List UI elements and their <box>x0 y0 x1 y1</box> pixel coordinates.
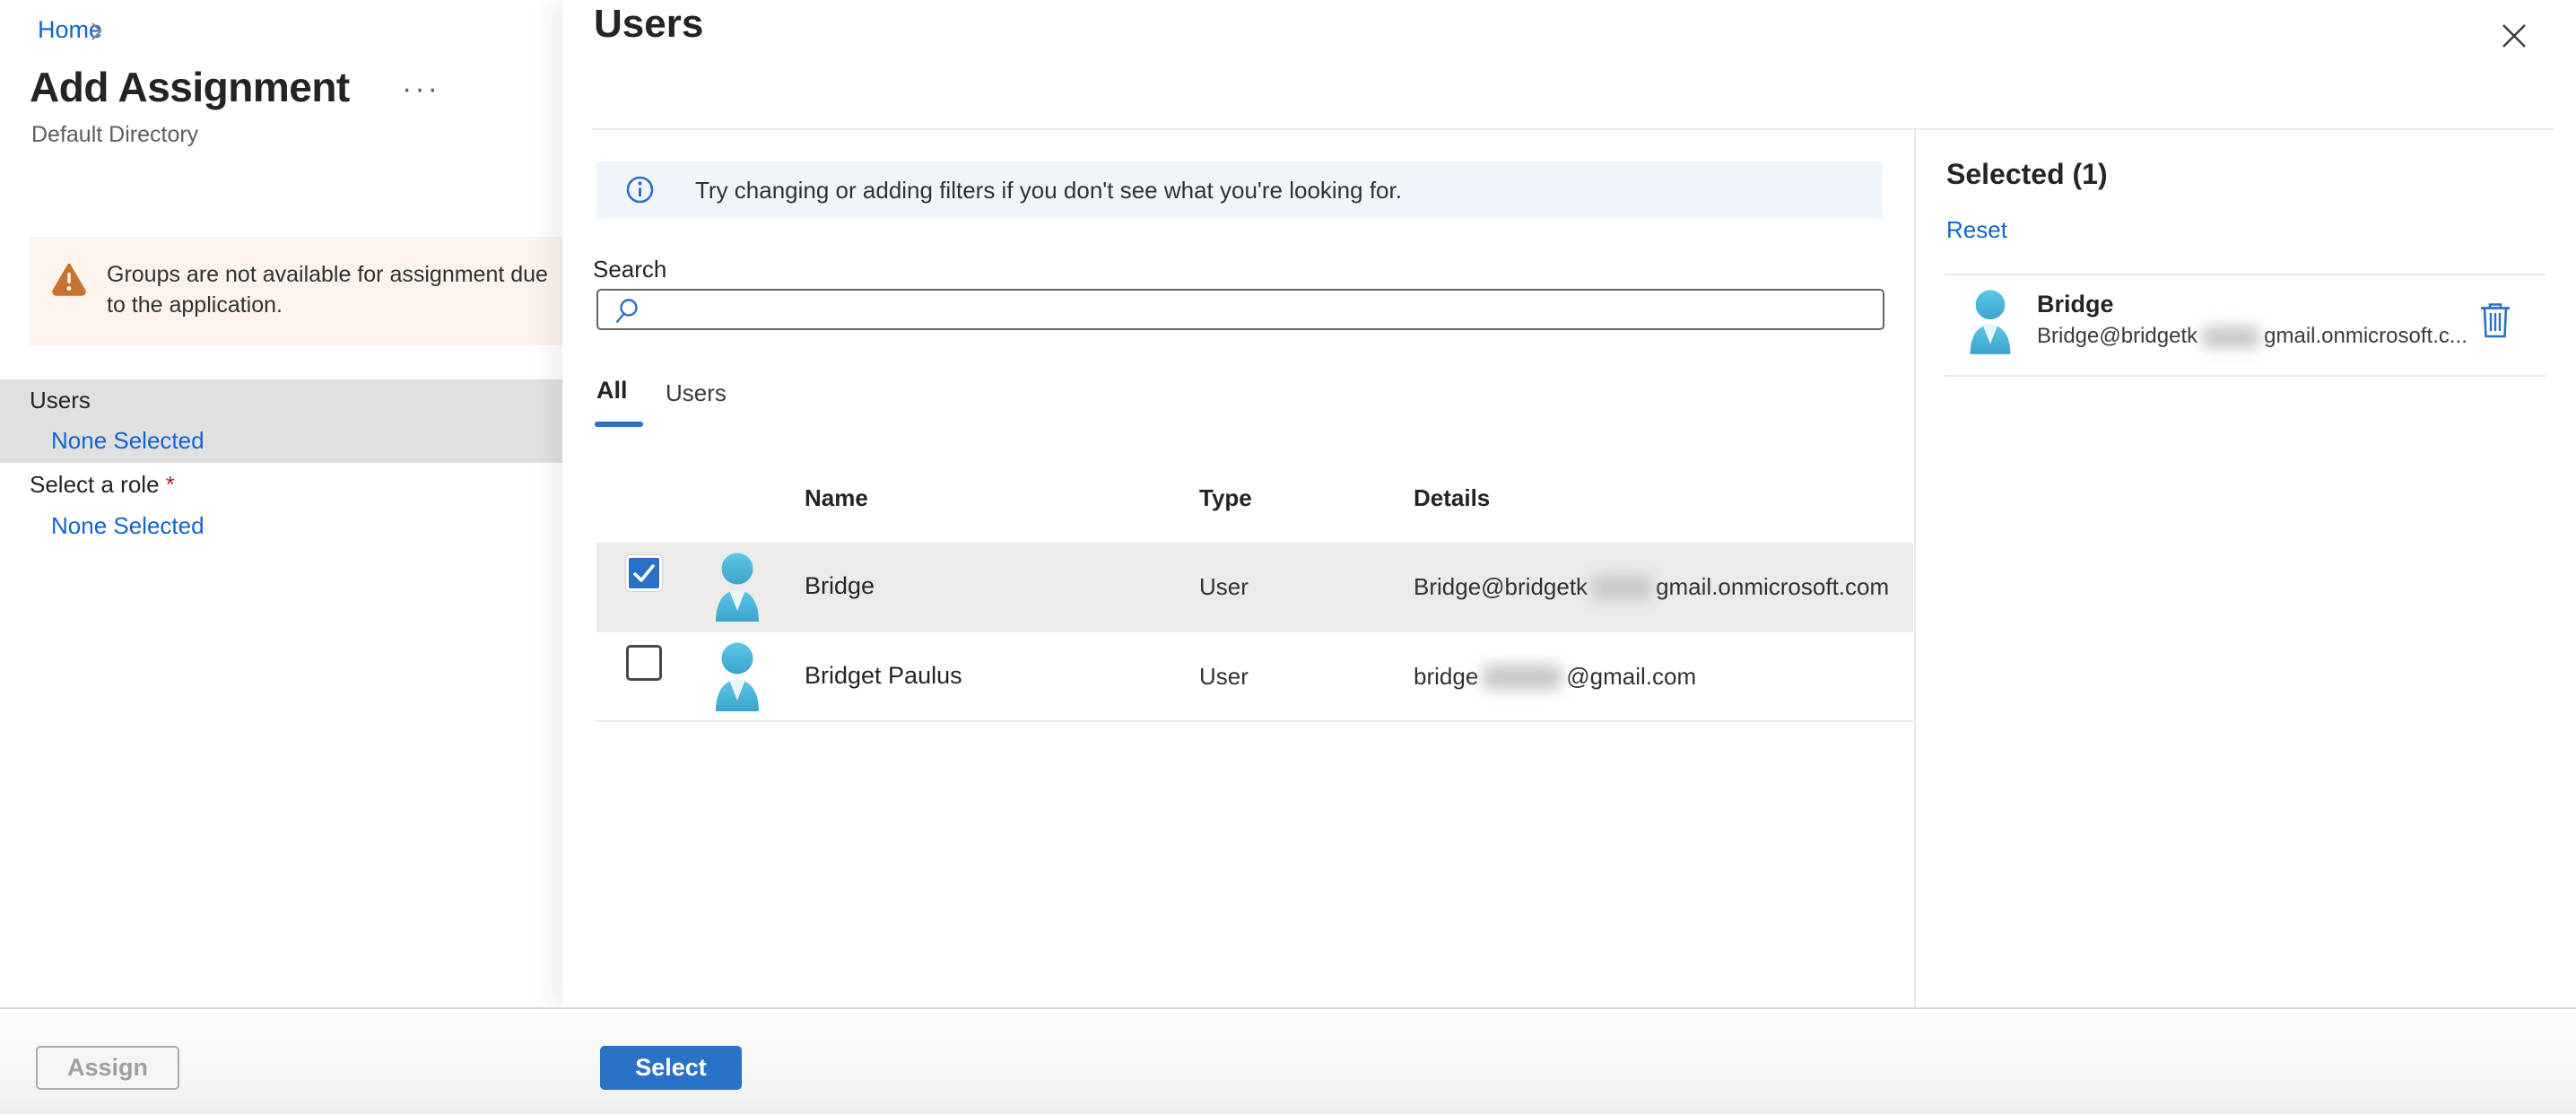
redacted-blur <box>1592 575 1652 600</box>
nav-role-label: Select a role * <box>30 471 175 499</box>
close-icon[interactable] <box>2498 20 2534 56</box>
info-banner: Try changing or adding filters if you do… <box>596 161 1882 218</box>
divider <box>1945 274 2546 275</box>
search-label: Search <box>593 256 667 283</box>
email-prefix: Bridge@bridgetk <box>2037 324 2198 348</box>
active-tab-underline <box>595 422 643 427</box>
email-prefix: Bridge@bridgetk <box>1414 573 1588 600</box>
row-details: bridge @gmail.com <box>1414 663 1696 691</box>
table-row[interactable]: Bridget Paulus User bridge @gmail.com <box>596 632 1913 722</box>
user-avatar-icon <box>709 550 765 626</box>
row-name: Bridget Paulus <box>805 662 962 689</box>
row-type: User <box>1199 573 1249 600</box>
footer-bar: Assign Select <box>0 1007 2576 1114</box>
nav-users-value-link[interactable]: None Selected <box>51 427 205 455</box>
row-type: User <box>1199 663 1249 690</box>
header-divider <box>592 128 2554 130</box>
user-avatar-icon <box>709 640 765 716</box>
trash-icon[interactable] <box>2478 301 2512 344</box>
email-suffix: gmail.onmicrosoft.com <box>1656 573 1890 600</box>
user-avatar-icon <box>1964 287 2016 359</box>
reset-link[interactable]: Reset <box>1946 216 2007 244</box>
redacted-blur <box>2202 326 2260 348</box>
info-icon <box>625 175 655 209</box>
panel-vertical-divider <box>1914 128 1916 1007</box>
row-details: Bridge@bridgetk gmail.onmicrosoft.com <box>1414 573 1889 601</box>
selected-item-email: Bridge@bridgetk gmail.onmicrosoft.c... <box>2037 324 2467 349</box>
selected-item-name: Bridge <box>2037 291 2114 318</box>
column-header-type: Type <box>1199 484 1252 511</box>
warning-triangle-icon <box>51 263 87 300</box>
column-header-details: Details <box>1414 484 1491 511</box>
warning-banner: Groups are not available for assignment … <box>30 237 562 345</box>
nav-role-value-link[interactable]: None Selected <box>51 512 205 540</box>
search-box[interactable] <box>596 289 1884 330</box>
checkbox-checked-icon[interactable] <box>626 555 662 591</box>
users-picker-panel: Users Try changing or adding filters if … <box>562 0 2576 1007</box>
panel-title: Users <box>594 2 704 46</box>
email-suffix: gmail.onmicrosoft.c... <box>2264 324 2467 348</box>
email-prefix: bridge <box>1414 663 1479 690</box>
tab-users[interactable]: Users <box>666 379 727 407</box>
tab-all[interactable]: All <box>596 377 628 405</box>
divider <box>1945 375 2546 377</box>
ellipsis-icon[interactable]: ··· <box>402 72 440 107</box>
table-row[interactable]: Bridge User Bridge@bridgetk gmail.onmicro… <box>596 543 1913 632</box>
search-input[interactable] <box>648 292 1877 326</box>
warning-text: Groups are not available for assignment … <box>107 262 548 318</box>
assign-button[interactable]: Assign <box>36 1046 179 1090</box>
search-icon <box>613 297 641 330</box>
required-asterisk: * <box>165 471 175 498</box>
nav-role-label-text: Select a role <box>30 471 166 498</box>
selected-count-title: Selected (1) <box>1946 158 2108 190</box>
left-page: Home Add Assignment ··· Default Director… <box>0 0 562 1007</box>
email-suffix: @gmail.com <box>1566 663 1697 690</box>
info-banner-text: Try changing or adding filters if you do… <box>695 177 1402 204</box>
page-title: Add Assignment <box>30 64 350 110</box>
page-subtitle: Default Directory <box>31 122 199 147</box>
select-button[interactable]: Select <box>600 1046 742 1090</box>
nav-item-users[interactable]: Users None Selected <box>0 379 562 463</box>
nav-users-label: Users <box>30 387 91 413</box>
column-header-name: Name <box>805 484 868 511</box>
breadcrumb-chevron-icon <box>90 20 104 48</box>
checkbox-unchecked-icon[interactable] <box>626 645 662 681</box>
row-name: Bridge <box>805 572 875 599</box>
redacted-blur <box>1483 665 1562 690</box>
